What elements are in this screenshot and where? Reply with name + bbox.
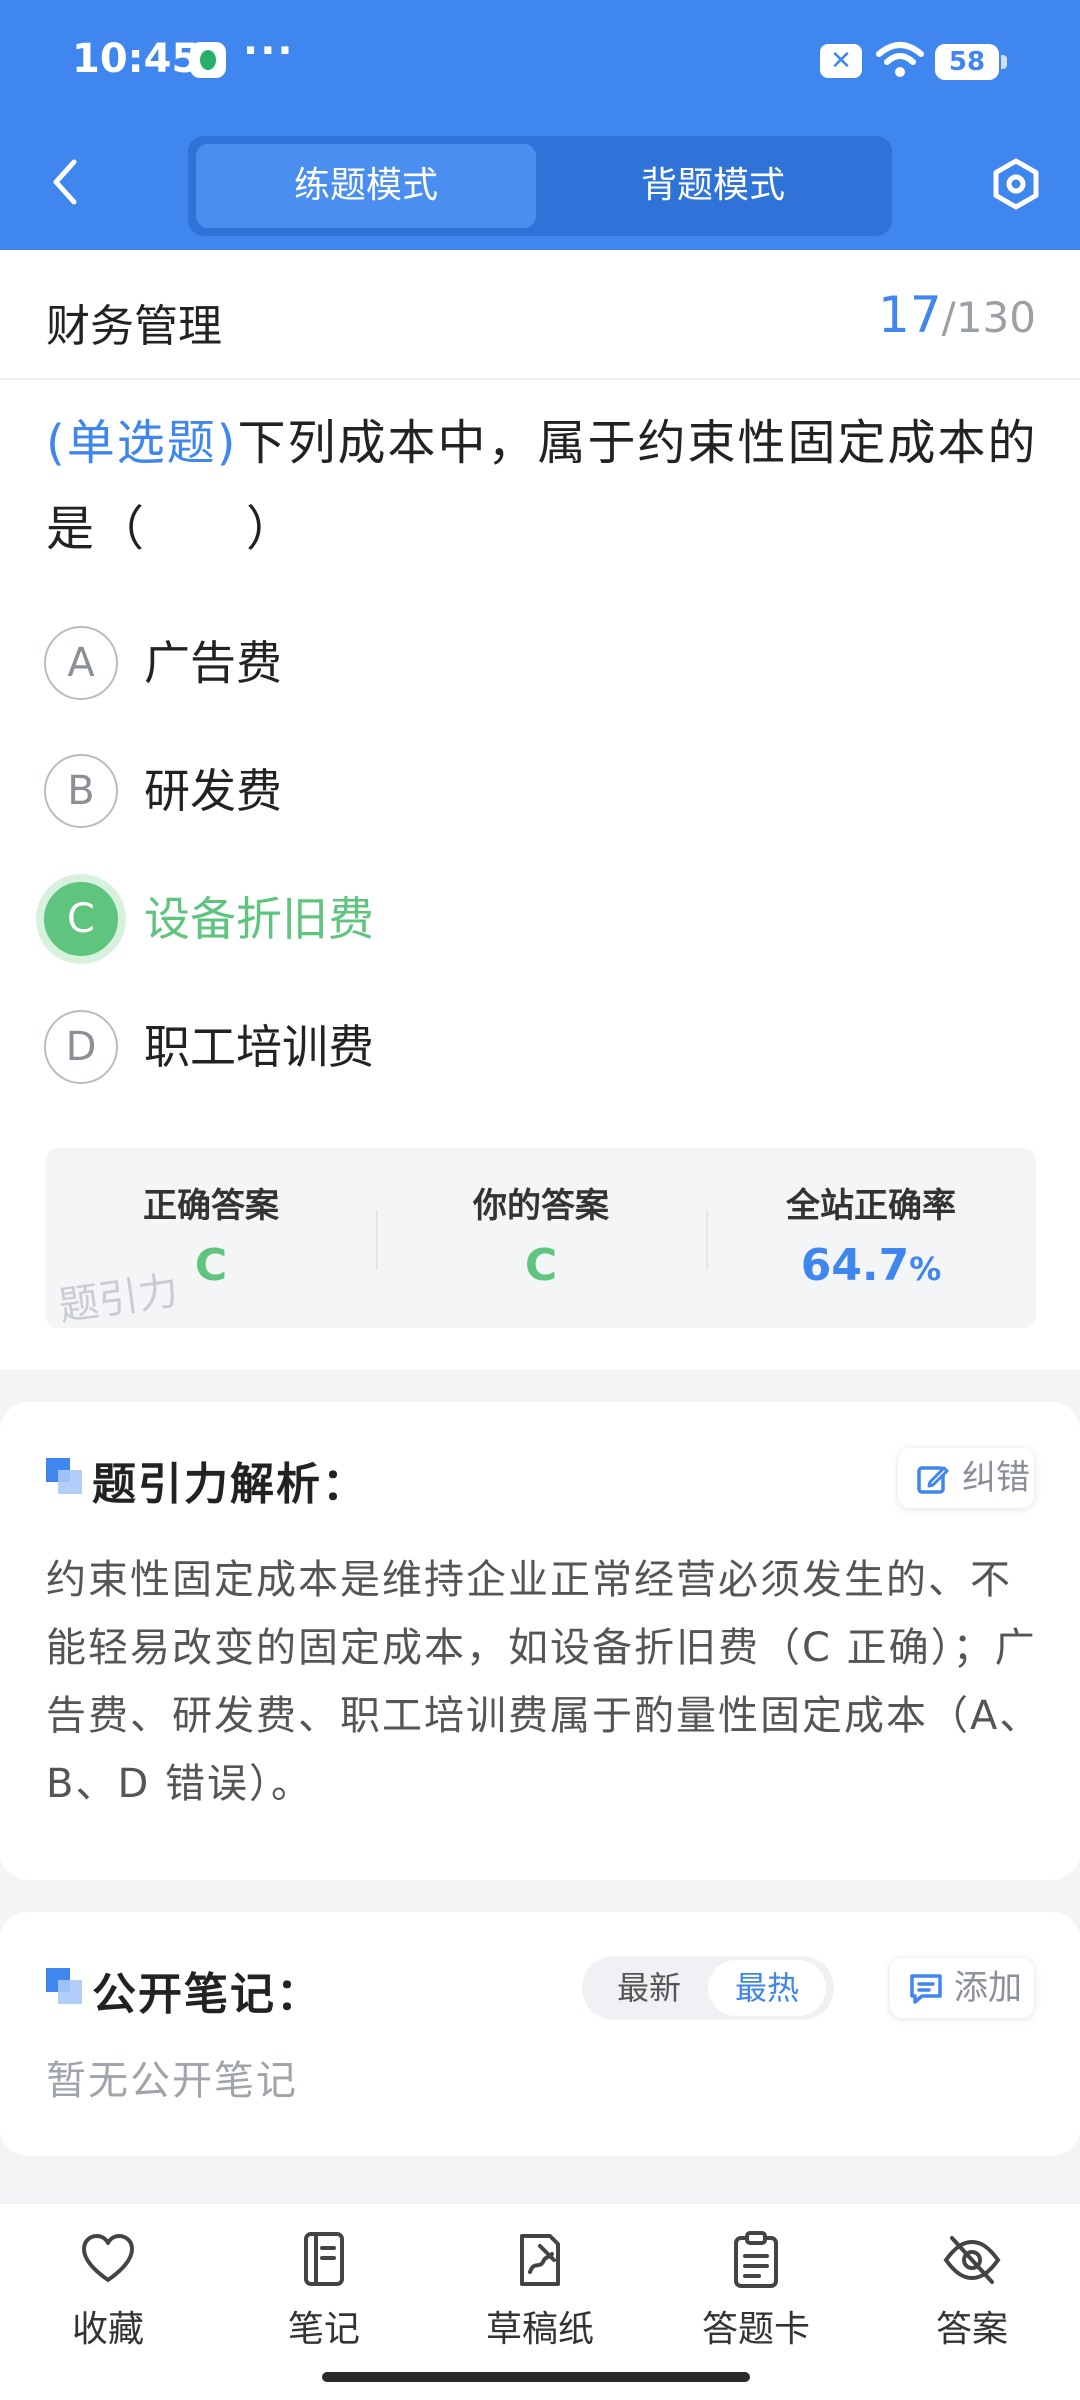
- settings-hexagon-icon[interactable]: [990, 158, 1042, 210]
- wifi-icon: [876, 42, 924, 77]
- accuracy-unit: %: [909, 1250, 942, 1288]
- divider: [0, 378, 1080, 380]
- notes-title: 公开笔记：: [92, 1969, 322, 2020]
- status-time: 10:45: [72, 36, 200, 82]
- your-answer-label: 你的答案: [473, 1186, 609, 1226]
- analysis-title: 题引力解析：: [92, 1459, 368, 1510]
- draft-paper-label: 草稿纸: [485, 2309, 594, 2350]
- question-progress: 17/130: [878, 286, 1036, 344]
- eye-off-icon: [943, 2236, 1001, 2284]
- total-questions: /130: [941, 293, 1036, 342]
- show-answer-button[interactable]: 答案: [882, 2230, 1062, 2370]
- empty-notes-text: 暂无公开笔记: [46, 2058, 298, 2104]
- answer-sheet-label: 答题卡: [701, 2309, 810, 2350]
- question-type: (单选题): [46, 415, 238, 471]
- show-answer-label: 答案: [935, 2309, 1008, 2350]
- notes-label: 笔记: [287, 2309, 360, 2350]
- accuracy-number: 64.7: [800, 1240, 910, 1291]
- comment-icon: [910, 1974, 942, 2004]
- back-arrow-icon[interactable]: [40, 152, 90, 212]
- draft-paper-icon: [520, 2234, 560, 2286]
- notebook-icon: [304, 2232, 344, 2286]
- your-answer-value: C: [524, 1240, 558, 1291]
- app-notification-icon: [190, 42, 226, 78]
- battery-indicator: 58: [935, 44, 1007, 80]
- current-question-number: 17: [878, 286, 942, 344]
- sort-latest[interactable]: 最新: [590, 1960, 708, 2016]
- option-label: 职工培训费: [144, 1020, 374, 1074]
- option-label: 设备折旧费: [144, 892, 374, 946]
- answer-sheet-button[interactable]: 答题卡: [666, 2230, 846, 2370]
- tab-practice-mode[interactable]: 练题模式: [196, 144, 536, 228]
- option-letter: A: [44, 626, 118, 700]
- report-error-button[interactable]: 纠错: [898, 1448, 1034, 1508]
- edit-icon: [917, 1466, 949, 1494]
- answer-stats-panel: 正确答案 C 你的答案 C 全站正确率 64.7% 题引力: [46, 1148, 1036, 1330]
- home-indicator[interactable]: [322, 2372, 750, 2382]
- section-squares-icon: [46, 1968, 82, 2004]
- option-label: 广告费: [144, 636, 282, 690]
- add-note-label: 添加: [954, 1968, 1022, 2008]
- favorite-label: 收藏: [71, 2309, 144, 2350]
- accuracy-value: 64.7%: [706, 1240, 1036, 1291]
- tab-recite-mode[interactable]: 背题模式: [543, 144, 883, 228]
- option-letter: B: [44, 754, 118, 828]
- draft-paper-button[interactable]: 草稿纸: [450, 2230, 630, 2370]
- heart-icon: [82, 2234, 134, 2282]
- sort-hottest[interactable]: 最热: [708, 1960, 826, 2016]
- favorite-button[interactable]: 收藏: [18, 2230, 198, 2370]
- notes-button[interactable]: 笔记: [234, 2230, 414, 2370]
- option-letter: D: [44, 1010, 118, 1084]
- top-header: 10:45 ··· ✕ 58 练题模式 背题模式: [0, 0, 1080, 250]
- add-note-button[interactable]: 添加: [890, 1958, 1034, 2018]
- report-error-label: 纠错: [962, 1458, 1030, 1498]
- notes-sort-toggle: 最新 最热: [582, 1956, 834, 2020]
- mode-switch: 练题模式 背题模式: [188, 136, 892, 236]
- option-label: 研发费: [144, 764, 282, 818]
- close-notification-icon: ✕: [820, 44, 862, 78]
- option-letter: C: [36, 874, 126, 964]
- accuracy-stat: 全站正确率 64.7%: [706, 1148, 1036, 1328]
- correct-answer-label: 正确答案: [143, 1186, 279, 1226]
- accuracy-label: 全站正确率: [786, 1186, 956, 1226]
- analysis-text: 约束性固定成本是维持企业正常经营必须发生的、不能轻易改变的固定成本，如设备折旧费…: [46, 1557, 1042, 1807]
- question-text: (单选题)下列成本中，属于约束性固定成本的是（ ）: [46, 400, 1046, 572]
- your-answer-stat: 你的答案 C: [376, 1148, 706, 1328]
- public-notes-card: [0, 1912, 1080, 2156]
- bottom-toolbar: 收藏 笔记 草稿纸 答题卡 答案: [0, 2202, 1080, 2400]
- subject-title: 财务管理: [46, 301, 222, 352]
- more-notifications-icon: ···: [243, 28, 295, 74]
- section-squares-icon: [46, 1458, 82, 1494]
- answer-sheet-icon: [734, 2231, 778, 2288]
